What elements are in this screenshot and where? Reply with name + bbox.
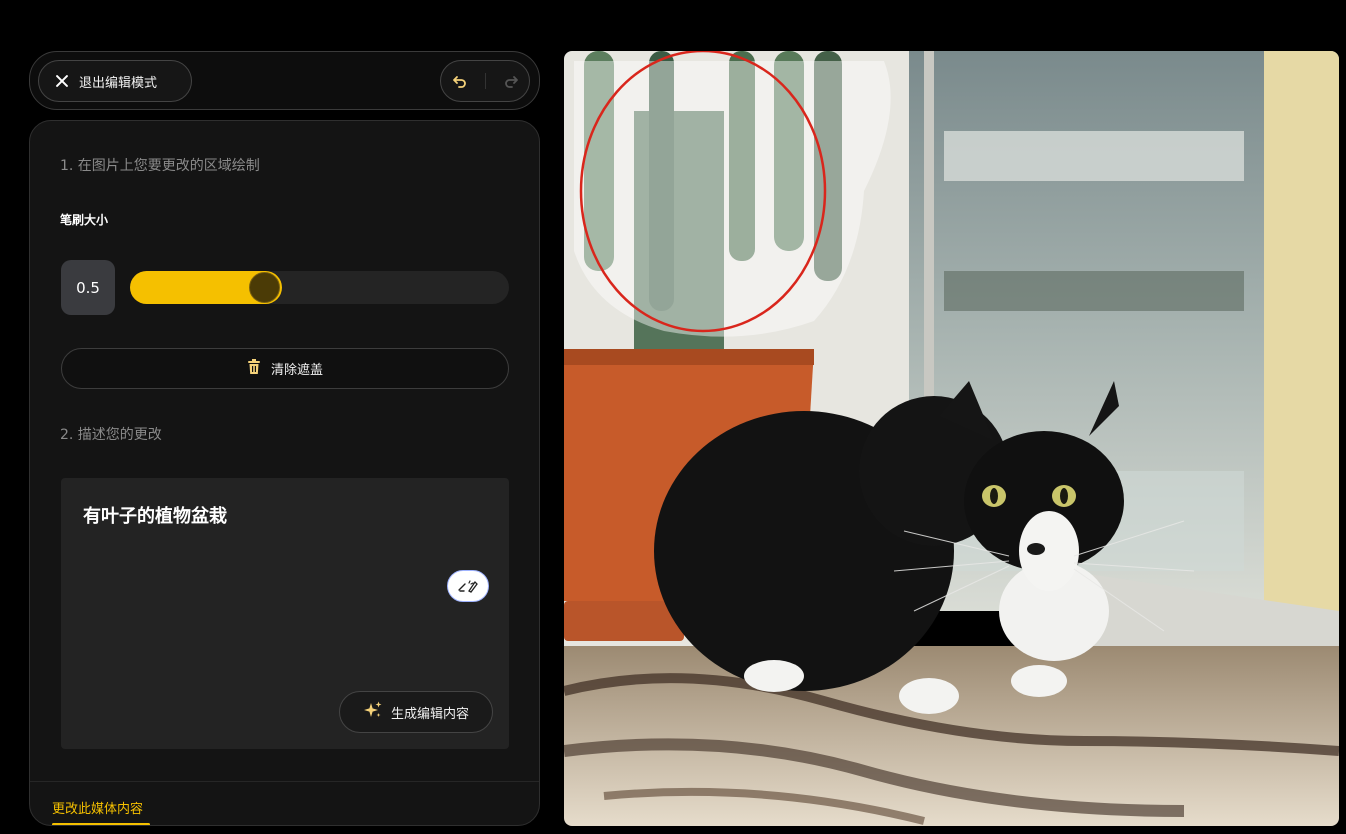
step1-title: 1. 在图片上您要更改的区域绘制 [60,158,260,174]
change-media-tab-label: 更改此媒体内容 [52,802,144,817]
photo-cat-cactus [564,51,1339,826]
brush-size-value: 0.5 [61,260,115,315]
change-media-tab[interactable]: 更改此媒体内容 [30,781,539,825]
history-divider [484,73,486,89]
brush-size-slider[interactable] [130,271,509,304]
slider-thumb[interactable] [249,272,280,303]
history-controls [440,60,530,102]
undo-icon[interactable] [448,69,472,93]
clear-mask-button[interactable]: 清除遮盖 [61,348,509,389]
generate-edit-label: 生成编辑内容 [390,706,469,722]
close-icon [55,74,69,88]
redo-icon[interactable] [499,69,523,93]
step2-title: 2. 描述您的更改 [60,427,162,443]
prompt-textarea[interactable]: 有叶子的植物盆栽 生成编辑内容 [61,478,509,749]
active-tab-indicator [52,823,150,825]
generate-edit-button[interactable]: 生成编辑内容 [339,691,493,733]
sparkle-icon [363,700,383,724]
image-canvas[interactable] [564,51,1339,826]
exit-edit-mode-button[interactable]: 退出编辑模式 [38,60,192,102]
exit-edit-mode-label: 退出编辑模式 [79,75,158,91]
magic-pen-icon[interactable] [447,570,489,602]
edit-panel: 1. 在图片上您要更改的区域绘制 笔刷大小 0.5 清除遮盖 2. 描述您的更改… [29,120,540,826]
editor-topbar: 退出编辑模式 [29,51,540,110]
trash-icon [247,358,261,379]
brush-size-label: 笔刷大小 [60,213,109,227]
clear-mask-label: 清除遮盖 [270,363,323,378]
prompt-text: 有叶子的植物盆栽 [83,506,227,527]
